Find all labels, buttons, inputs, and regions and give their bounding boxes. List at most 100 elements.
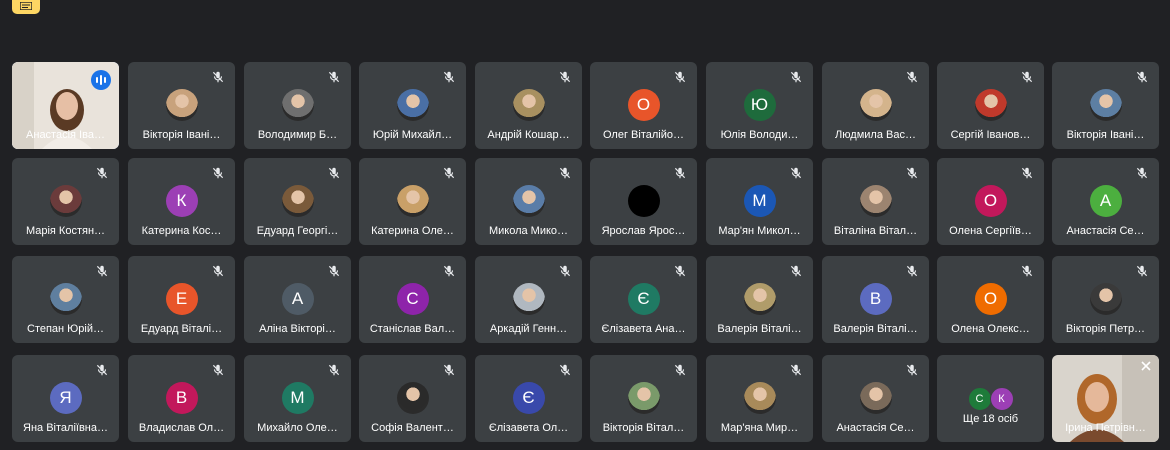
mic-off-icon <box>327 363 341 377</box>
avatar: О <box>627 89 660 121</box>
participant-tile[interactable]: Ю Юлія Володи… <box>706 62 813 149</box>
participant-name: Едуард Георгі… <box>256 225 339 237</box>
participant-name: Едуард Віталі… <box>140 323 223 335</box>
speaking-indicator-icon <box>91 70 111 90</box>
avatar: Е <box>165 283 198 315</box>
participant-tile[interactable]: Анастасія Се… <box>822 355 929 442</box>
avatar <box>743 283 776 315</box>
participant-tile[interactable]: Я Яна Віталіївна… <box>12 355 119 442</box>
participant-tile[interactable]: Мар'яна Мир… <box>706 355 813 442</box>
mic-off-icon <box>905 264 919 278</box>
participant-tile[interactable]: А Аліна Вікторі… <box>244 256 351 343</box>
host-badge[interactable] <box>12 0 40 14</box>
mic-off-icon <box>1020 264 1034 278</box>
mic-off-icon <box>673 70 687 84</box>
participant-tile[interactable]: Марія Костян… <box>12 158 119 245</box>
mic-off-icon <box>442 70 456 84</box>
mic-off-icon <box>905 363 919 377</box>
participant-name: Аркадій Генн… <box>489 323 568 335</box>
participant-tile[interactable]: Микола Мико… <box>475 158 582 245</box>
participant-tile[interactable]: Вікторія Петр… <box>1052 256 1159 343</box>
avatar: А <box>1089 185 1122 217</box>
participant-tile[interactable]: К Катерина Кос… <box>128 158 235 245</box>
avatar: К <box>165 185 198 217</box>
avatar <box>396 185 429 217</box>
avatar <box>512 89 545 121</box>
mic-off-icon <box>211 264 225 278</box>
avatar: М <box>743 185 776 217</box>
participant-grid: Анастасія Іва… Вікторія Івані… Володимир Б… <box>12 62 1160 446</box>
mic-off-icon <box>905 70 919 84</box>
avatar <box>512 283 545 315</box>
mic-off-icon <box>1020 70 1034 84</box>
participant-name: Аліна Вікторі… <box>259 323 336 335</box>
mic-off-icon <box>673 166 687 180</box>
participant-tile[interactable]: Віталіна Вітал… <box>822 158 929 245</box>
participant-tile[interactable]: С Станіслав Вал… <box>359 256 466 343</box>
mic-off-icon <box>442 264 456 278</box>
participant-tile[interactable]: Валерія Віталі… <box>706 256 813 343</box>
participant-tile[interactable]: Вікторія Вітал… <box>590 355 697 442</box>
avatar: В <box>859 283 892 315</box>
participant-name: Вікторія Петр… <box>1065 323 1146 335</box>
participant-tile[interactable]: Е Едуард Віталі… <box>128 256 235 343</box>
mic-off-icon <box>673 363 687 377</box>
participant-tile[interactable]: Ярослав Ярос… <box>590 158 697 245</box>
participant-tile[interactable]: В Владислав Ол… <box>128 355 235 442</box>
participant-tile[interactable]: О Олена Сергіїв… <box>937 158 1044 245</box>
participant-tile[interactable]: Софія Валент… <box>359 355 466 442</box>
participant-name: Марія Костян… <box>25 225 106 237</box>
participant-tile[interactable]: Аркадій Генн… <box>475 256 582 343</box>
participant-tile[interactable]: О Олена Олекс… <box>937 256 1044 343</box>
mic-off-icon <box>327 166 341 180</box>
avatar: А <box>281 283 314 315</box>
participant-name: Володимир Б… <box>257 129 338 141</box>
mic-off-icon <box>1135 166 1149 180</box>
mic-off-icon <box>558 70 572 84</box>
participant-tile[interactable]: Катерина Оле… <box>359 158 466 245</box>
participant-tile[interactable]: Юрій Михайл… <box>359 62 466 149</box>
participant-tile[interactable]: О Олег Віталійо… <box>590 62 697 149</box>
participant-tile[interactable]: А Анастасія Се… <box>1052 158 1159 245</box>
participant-name: Олена Сергіїв… <box>949 225 1032 237</box>
participant-name: Валерія Віталі… <box>717 323 802 335</box>
mic-off-icon <box>789 363 803 377</box>
participant-tile[interactable]: Сергій Іванов… <box>937 62 1044 149</box>
avatar <box>859 89 892 121</box>
avatar: Ю <box>743 89 776 121</box>
participant-tile[interactable]: Степан Юрій… <box>12 256 119 343</box>
participant-name: Анастасія Се… <box>1066 225 1145 237</box>
participant-name: Мар'ян Микол… <box>718 225 801 237</box>
avatar <box>49 185 82 217</box>
mic-off-icon <box>327 70 341 84</box>
participant-tile[interactable]: Є Єлізавета Ол… <box>475 355 582 442</box>
participant-tile[interactable]: Вікторія Івані… <box>128 62 235 149</box>
participant-tile[interactable]: С К Ще 18 осіб <box>937 355 1044 442</box>
avatar <box>396 89 429 121</box>
participant-name: Яна Віталіївна… <box>23 422 108 434</box>
avatar: О <box>974 185 1007 217</box>
participant-name: Степан Юрій… <box>27 323 104 335</box>
mic-off-icon <box>442 166 456 180</box>
participant-tile[interactable]: Едуард Георгі… <box>244 158 351 245</box>
participant-name: Єлізавета Ол… <box>488 422 569 434</box>
avatar <box>627 382 660 414</box>
participant-tile[interactable]: М Мар'ян Микол… <box>706 158 813 245</box>
mic-off-icon <box>905 166 919 180</box>
participant-tile[interactable]: Є Єлізавета Ана… <box>590 256 697 343</box>
avatar: К <box>989 387 1014 411</box>
avatar <box>743 382 776 414</box>
participant-tile[interactable]: Андрій Кошар… <box>475 62 582 149</box>
participant-tile[interactable]: Ірина Петрівн… <box>1052 355 1159 442</box>
participant-tile[interactable]: М Михайло Оле… <box>244 355 351 442</box>
participant-name: Олена Олекс… <box>951 323 1030 335</box>
close-icon[interactable] <box>1139 359 1153 373</box>
mic-off-icon <box>558 264 572 278</box>
participant-tile[interactable]: В Валерія Віталі… <box>822 256 929 343</box>
avatar <box>627 185 660 217</box>
participant-tile[interactable]: Володимир Б… <box>244 62 351 149</box>
avatar <box>1089 89 1122 121</box>
participant-tile[interactable]: Анастасія Іва… <box>12 62 119 149</box>
participant-tile[interactable]: Вікторія Івані… <box>1052 62 1159 149</box>
participant-tile[interactable]: Людмила Вас… <box>822 62 929 149</box>
